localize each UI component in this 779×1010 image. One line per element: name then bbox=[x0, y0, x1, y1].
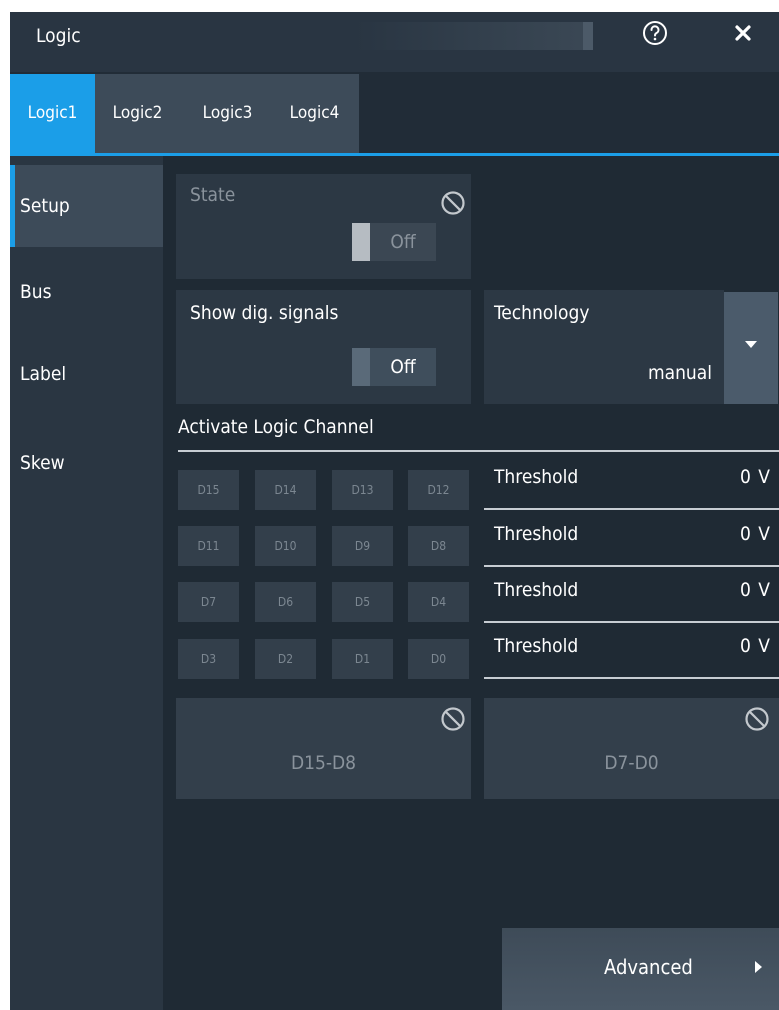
threshold-underline bbox=[484, 677, 779, 679]
channel-button-d11[interactable]: D11 bbox=[178, 526, 239, 566]
logic-dialog: Logic Logic1 Logic2 Logic3 Logic4 Setup … bbox=[10, 12, 779, 1010]
channel-button-d5[interactable]: D5 bbox=[332, 582, 393, 622]
help-icon[interactable] bbox=[642, 20, 668, 46]
title-bar: Logic bbox=[10, 12, 779, 72]
nav-item-setup[interactable]: Setup bbox=[10, 165, 163, 247]
show-signals-panel: Show dig. signals Off bbox=[176, 290, 471, 404]
nav-item-label[interactable]: Label bbox=[10, 333, 163, 415]
state-label: State bbox=[190, 184, 236, 206]
block-icon bbox=[441, 191, 465, 215]
block-icon bbox=[441, 707, 465, 731]
slider-thumb[interactable] bbox=[583, 22, 593, 50]
technology-value: manual bbox=[647, 362, 712, 384]
threshold-value: 0 V bbox=[740, 579, 771, 601]
group-button-d15-d8[interactable]: D15-D8 bbox=[176, 698, 471, 799]
section-title: Activate Logic Channel bbox=[178, 416, 374, 438]
threshold-value: 0 V bbox=[740, 635, 771, 657]
channel-button-d1[interactable]: D1 bbox=[332, 639, 393, 679]
channel-button-d13[interactable]: D13 bbox=[332, 470, 393, 510]
threshold-label: Threshold bbox=[494, 466, 579, 488]
threshold-value: 0 V bbox=[740, 523, 771, 545]
group-label: D7-D0 bbox=[604, 752, 659, 774]
threshold-value: 0 V bbox=[740, 466, 771, 488]
group-button-d7-d0[interactable]: D7-D0 bbox=[484, 698, 779, 799]
channel-button-d15[interactable]: D15 bbox=[178, 470, 239, 510]
technology-label: Technology bbox=[494, 302, 590, 324]
threshold-label: Threshold bbox=[494, 579, 579, 601]
channel-button-d7[interactable]: D7 bbox=[178, 582, 239, 622]
dialog-position-slider[interactable] bbox=[355, 22, 593, 50]
state-toggle[interactable]: Off bbox=[352, 223, 436, 261]
channel-button-d9[interactable]: D9 bbox=[332, 526, 393, 566]
side-nav: Setup Bus Label Skew bbox=[10, 156, 163, 1010]
tab-logic4[interactable]: Logic4 bbox=[272, 74, 357, 153]
channel-button-d2[interactable]: D2 bbox=[255, 639, 316, 679]
threshold-row[interactable]: Threshold 0 V bbox=[484, 515, 779, 567]
technology-panel[interactable]: Technology manual bbox=[484, 290, 724, 404]
nav-item-skew[interactable]: Skew bbox=[10, 422, 163, 504]
state-panel: State Off bbox=[176, 174, 471, 279]
threshold-row[interactable]: Threshold 0 V bbox=[484, 571, 779, 623]
threshold-underline bbox=[484, 621, 779, 623]
show-signals-value: Off bbox=[370, 348, 436, 386]
technology-dropdown-button[interactable] bbox=[724, 292, 778, 404]
chevron-right-icon bbox=[755, 961, 762, 973]
channel-button-d4[interactable]: D4 bbox=[408, 582, 469, 622]
tab-logic1[interactable]: Logic1 bbox=[10, 74, 95, 153]
threshold-row[interactable]: Threshold 0 V bbox=[484, 627, 779, 679]
nav-item-bus[interactable]: Bus bbox=[10, 251, 163, 333]
threshold-label: Threshold bbox=[494, 523, 579, 545]
advanced-label: Advanced bbox=[604, 955, 693, 979]
channel-button-d14[interactable]: D14 bbox=[255, 470, 316, 510]
section-divider bbox=[178, 450, 779, 452]
threshold-label: Threshold bbox=[494, 635, 579, 657]
advanced-button[interactable]: Advanced bbox=[502, 928, 779, 1010]
channel-button-d10[interactable]: D10 bbox=[255, 526, 316, 566]
tab-logic2[interactable]: Logic2 bbox=[95, 74, 180, 153]
state-value: Off bbox=[370, 223, 436, 261]
show-signals-toggle[interactable]: Off bbox=[352, 348, 436, 386]
channel-button-d8[interactable]: D8 bbox=[408, 526, 469, 566]
group-label: D15-D8 bbox=[290, 752, 357, 774]
channel-button-d3[interactable]: D3 bbox=[178, 639, 239, 679]
threshold-underline bbox=[484, 508, 779, 510]
threshold-underline bbox=[484, 565, 779, 567]
channel-button-d12[interactable]: D12 bbox=[408, 470, 469, 510]
toggle-knob bbox=[352, 223, 370, 261]
toggle-knob bbox=[352, 348, 370, 386]
chevron-down-icon bbox=[745, 341, 757, 348]
channel-button-d0[interactable]: D0 bbox=[408, 639, 469, 679]
show-signals-label: Show dig. signals bbox=[190, 302, 339, 324]
tab-logic3[interactable]: Logic3 bbox=[185, 74, 270, 153]
block-icon bbox=[745, 707, 769, 731]
dialog-title: Logic bbox=[36, 25, 81, 47]
tab-bar: Logic1 Logic2 Logic3 Logic4 bbox=[10, 72, 779, 156]
threshold-row[interactable]: Threshold 0 V bbox=[484, 458, 779, 510]
close-icon[interactable] bbox=[730, 20, 756, 46]
channel-button-d6[interactable]: D6 bbox=[255, 582, 316, 622]
